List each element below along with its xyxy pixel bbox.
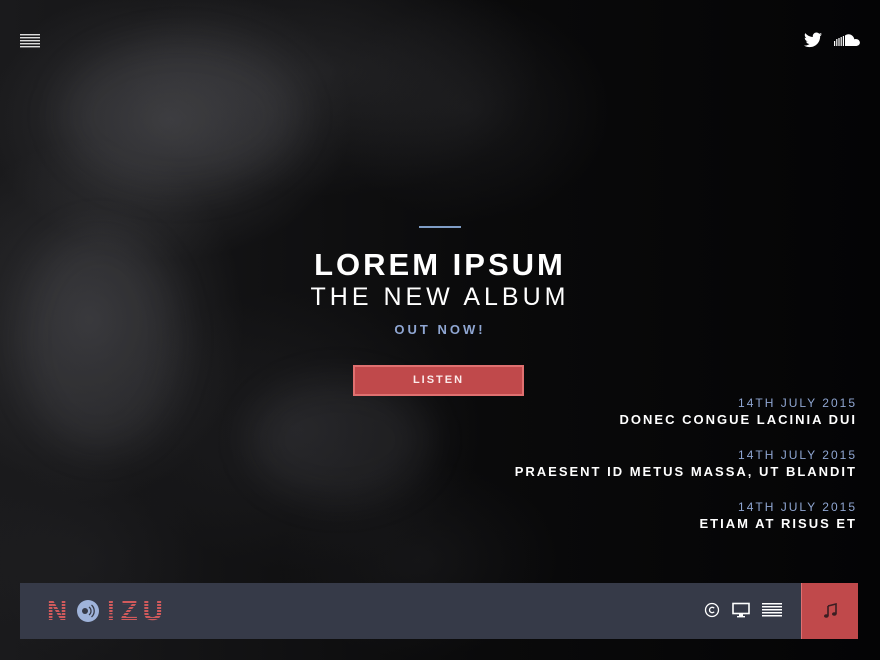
soundcloud-icon[interactable] [834, 33, 860, 52]
brand-logo[interactable]: N ! Z U [47, 595, 168, 626]
news-title[interactable]: ETIAM AT RISUS ET [515, 516, 857, 532]
news-title[interactable]: PRAESENT ID METUS MASSA, UT BLANDIT [515, 464, 857, 480]
logo-letter-u: U [142, 595, 168, 626]
page-background: LOREM IPSUM THE NEW ALBUM OUT NOW! LISTE… [0, 0, 880, 660]
hero-tagline: OUT NOW! [394, 322, 486, 337]
logo-letter-z: Z [120, 595, 143, 626]
list-svg [762, 603, 782, 617]
twitter-icon[interactable] [804, 32, 822, 53]
footer-icon-group [704, 602, 782, 623]
hero-subtitle: THE NEW ALBUM [310, 283, 570, 311]
soundcloud-svg [834, 34, 860, 46]
news-date: 14TH JULY 2015 [738, 396, 857, 410]
logo-letter-i: ! [106, 595, 121, 626]
list-icon[interactable] [762, 603, 782, 622]
hamburger-menu-svg [20, 34, 40, 48]
logo-speaker-icon [77, 600, 100, 622]
logo-letter-n: N [47, 595, 73, 626]
smoke-texture [60, 40, 300, 190]
music-player-button[interactable] [801, 583, 858, 639]
twitter-svg [804, 32, 822, 48]
social-links [804, 32, 860, 53]
hamburger-menu-icon[interactable] [20, 34, 40, 48]
news-date: 14TH JULY 2015 [738, 448, 857, 462]
news-item[interactable]: 14TH JULY 2015 DONEC CONGUE LACINIA DUI [515, 396, 857, 428]
music-note-icon [824, 603, 837, 618]
footer-bar: N ! Z U [20, 583, 858, 639]
monitor-icon[interactable] [732, 602, 750, 623]
hero-title: LOREM IPSUM [314, 247, 566, 282]
hero-divider [419, 226, 461, 228]
news-list: 14TH JULY 2015 DONEC CONGUE LACINIA DUI … [515, 396, 857, 552]
news-title[interactable]: DONEC CONGUE LACINIA DUI [515, 412, 857, 428]
news-item[interactable]: 14TH JULY 2015 PRAESENT ID METUS MASSA, … [515, 448, 857, 480]
hero-section: LOREM IPSUM THE NEW ALBUM OUT NOW! [0, 226, 880, 337]
monitor-svg [732, 602, 750, 618]
smoke-texture [250, 380, 430, 500]
listen-button[interactable]: LISTEN [353, 365, 524, 396]
news-item[interactable]: 14TH JULY 2015 ETIAM AT RISUS ET [515, 500, 857, 532]
news-date: 14TH JULY 2015 [738, 500, 857, 514]
copyright-icon[interactable] [704, 602, 720, 623]
copyright-svg [704, 602, 720, 618]
